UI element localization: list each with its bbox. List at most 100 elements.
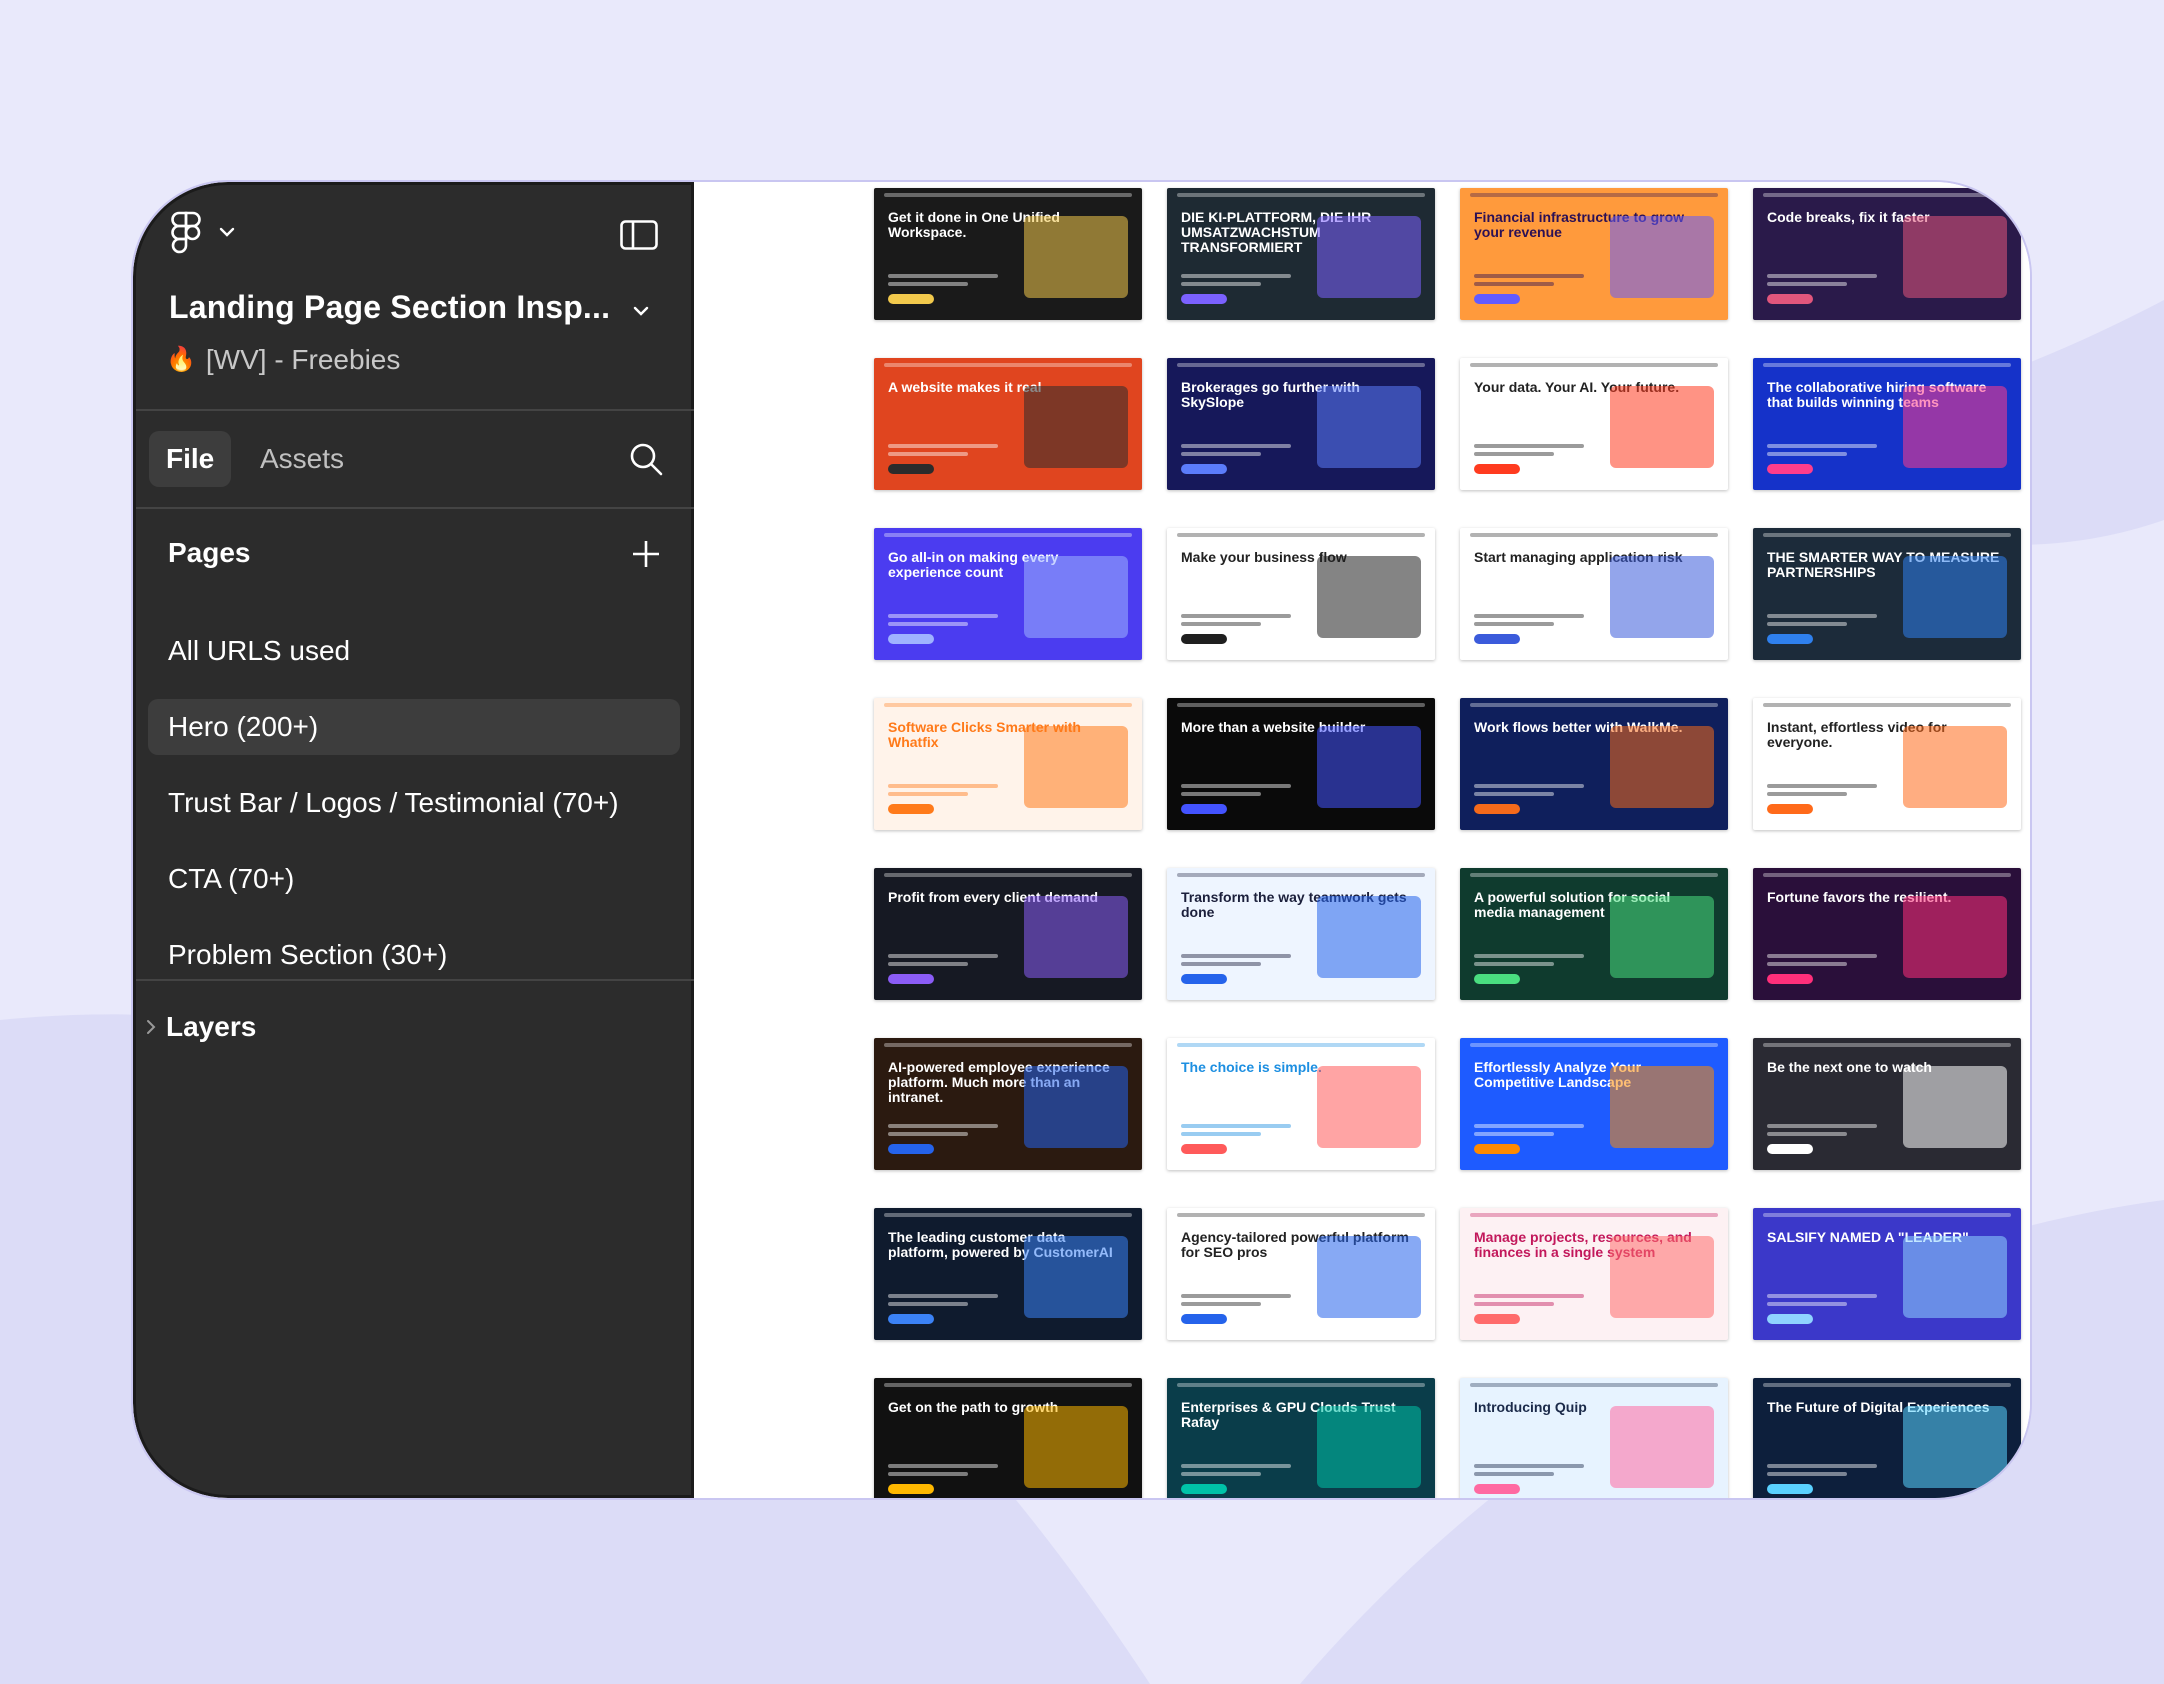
- hero-thumbnail[interactable]: Manage projects, resources, and finances…: [1460, 1208, 1728, 1340]
- thumbnail-cta: [1181, 634, 1227, 644]
- hero-thumbnail[interactable]: The leading customer data platform, powe…: [874, 1208, 1142, 1340]
- page-item-problem-section[interactable]: Problem Section (30+): [148, 927, 680, 983]
- thumbnail-cta: [888, 974, 934, 984]
- hero-thumbnail[interactable]: More than a website builder: [1167, 698, 1435, 830]
- thumbnail-text-line: [888, 452, 968, 456]
- hero-thumbnail[interactable]: Enterprises & GPU Clouds Trust Rafay: [1167, 1378, 1435, 1498]
- hero-thumbnail[interactable]: Start managing application risk: [1460, 528, 1728, 660]
- divider: [136, 979, 697, 981]
- thumbnail-visual: [1610, 556, 1714, 638]
- chevron-down-icon[interactable]: [633, 306, 649, 316]
- thumbnail-nav: [1177, 1383, 1425, 1387]
- thumbnail-visual: [1024, 556, 1128, 638]
- hero-thumbnail[interactable]: Software Clicks Smarter with Whatfix: [874, 698, 1142, 830]
- hero-thumbnail[interactable]: Introducing Quip: [1460, 1378, 1728, 1498]
- tab-assets[interactable]: Assets: [243, 431, 361, 487]
- hero-thumbnail[interactable]: Be the next one to watch: [1753, 1038, 2021, 1170]
- thumbnail-nav: [1177, 363, 1425, 367]
- hero-thumbnail[interactable]: Effortlessly Analyze Your Competitive La…: [1460, 1038, 1728, 1170]
- thumbnail-text-line: [1181, 784, 1291, 788]
- tab-file[interactable]: File: [149, 431, 232, 487]
- thumbnail-cta: [1474, 634, 1520, 644]
- figma-logo-icon[interactable]: [171, 211, 201, 255]
- hero-thumbnail[interactable]: The choice is simple.: [1167, 1038, 1435, 1170]
- hero-thumbnail[interactable]: Work flows better with WalkMe.: [1460, 698, 1728, 830]
- thumbnail-nav: [1763, 193, 2011, 197]
- design-canvas[interactable]: Get it done in One Unified Workspace. DIE…: [694, 182, 2030, 1498]
- hero-thumbnail[interactable]: The collaborative hiring software that b…: [1753, 358, 2021, 490]
- thumbnail-nav: [884, 1213, 1132, 1217]
- hero-thumbnail[interactable]: SALSIFY NAMED A "LEADER": [1753, 1208, 2021, 1340]
- thumbnail-text-line: [1474, 274, 1584, 278]
- sidebar-toggle-icon[interactable]: [620, 220, 658, 250]
- page-item-hero[interactable]: Hero (200+): [148, 699, 680, 755]
- thumbnail-nav: [1763, 703, 2011, 707]
- project-breadcrumb[interactable]: 🔥 [WV] - Freebies: [166, 343, 400, 377]
- thumbnail-cta: [1767, 634, 1813, 644]
- hero-thumbnail[interactable]: DIE KI-PLATTFORM, DIE IHR UMSATZWACHSTUM…: [1167, 188, 1435, 320]
- thumbnail-visual: [1903, 896, 2007, 978]
- layers-heading[interactable]: Layers: [166, 1011, 256, 1043]
- hero-thumbnail[interactable]: Fortune favors the resilient.: [1753, 868, 2021, 1000]
- fire-emoji-icon: 🔥: [166, 346, 196, 373]
- thumbnail-visual: [1903, 1066, 2007, 1148]
- hero-thumbnail[interactable]: Code breaks, fix it faster: [1753, 188, 2021, 320]
- thumbnail-cta: [1181, 1314, 1227, 1324]
- thumbnail-text-line: [1181, 282, 1261, 286]
- file-title[interactable]: Landing Page Section Insp...: [169, 289, 610, 326]
- thumbnail-nav: [1177, 1213, 1425, 1217]
- thumbnail-nav: [1177, 1043, 1425, 1047]
- thumbnail-nav: [884, 1383, 1132, 1387]
- thumbnail-text-line: [1181, 1472, 1261, 1476]
- hero-thumbnail[interactable]: Get on the path to growth: [874, 1378, 1142, 1498]
- hero-thumbnail[interactable]: Make your business flow: [1167, 528, 1435, 660]
- thumbnail-text-line: [888, 622, 968, 626]
- thumbnail-nav: [884, 703, 1132, 707]
- thumbnail-visual: [1903, 726, 2007, 808]
- hero-thumbnail[interactable]: Agency-tailored powerful platform for SE…: [1167, 1208, 1435, 1340]
- thumbnail-text-line: [1767, 954, 1877, 958]
- thumbnail-visual: [1903, 556, 2007, 638]
- hero-thumbnail[interactable]: Instant, effortless video for everyone.: [1753, 698, 2021, 830]
- hero-thumbnail[interactable]: Go all-in on making every experience cou…: [874, 528, 1142, 660]
- thumbnail-nav: [1470, 193, 1718, 197]
- thumbnail-text-line: [1767, 1132, 1847, 1136]
- thumbnail-text-line: [1767, 1294, 1877, 1298]
- thumbnail-nav: [1763, 1043, 2011, 1047]
- thumbnail-nav: [1470, 533, 1718, 537]
- hero-thumbnail[interactable]: THE SMARTER WAY TO MEASURE PARTNERSHIPS: [1753, 528, 2021, 660]
- hero-thumbnail[interactable]: A powerful solution for social media man…: [1460, 868, 1728, 1000]
- hero-thumbnail[interactable]: Transform the way teamwork gets done: [1167, 868, 1435, 1000]
- search-icon[interactable]: [629, 442, 663, 476]
- page-item-all-urls[interactable]: All URLS used: [148, 623, 680, 679]
- hero-thumbnail[interactable]: Financial infrastructure to grow your re…: [1460, 188, 1728, 320]
- thumbnail-visual: [1610, 896, 1714, 978]
- thumbnail-text-line: [1474, 784, 1584, 788]
- hero-thumbnail[interactable]: AI-powered employee experience platform.…: [874, 1038, 1142, 1170]
- hero-thumbnail[interactable]: Brokerages go further with SkySlope: [1167, 358, 1435, 490]
- chevron-right-icon[interactable]: [146, 1019, 156, 1035]
- thumbnail-text-line: [1181, 954, 1291, 958]
- thumbnail-text-line: [888, 1472, 968, 1476]
- thumbnail-text-line: [1474, 614, 1584, 618]
- add-page-icon[interactable]: [632, 540, 660, 568]
- hero-thumbnail[interactable]: A website makes it real: [874, 358, 1142, 490]
- thumbnail-nav: [884, 873, 1132, 877]
- hero-thumbnail[interactable]: The Future of Digital Experiences: [1753, 1378, 2021, 1498]
- hero-thumbnail[interactable]: Your data. Your AI. Your future.: [1460, 358, 1728, 490]
- thumbnail-text-line: [1767, 444, 1877, 448]
- thumbnail-visual: [1610, 1236, 1714, 1318]
- thumbnail-text-line: [1474, 792, 1554, 796]
- thumbnail-visual: [1610, 726, 1714, 808]
- figma-window: Landing Page Section Insp... 🔥 [WV] - Fr…: [133, 182, 2030, 1498]
- page-item-trust-bar[interactable]: Trust Bar / Logos / Testimonial (70+): [148, 775, 680, 831]
- thumbnail-text-line: [1767, 274, 1877, 278]
- hero-thumbnail[interactable]: Get it done in One Unified Workspace.: [874, 188, 1142, 320]
- chevron-down-icon[interactable]: [219, 227, 235, 237]
- thumbnail-cta: [1474, 974, 1520, 984]
- page-item-cta[interactable]: CTA (70+): [148, 851, 680, 907]
- thumbnail-text-line: [1767, 1464, 1877, 1468]
- thumbnail-cta: [1474, 464, 1520, 474]
- hero-thumbnail[interactable]: Profit from every client demand: [874, 868, 1142, 1000]
- thumbnail-nav: [884, 533, 1132, 537]
